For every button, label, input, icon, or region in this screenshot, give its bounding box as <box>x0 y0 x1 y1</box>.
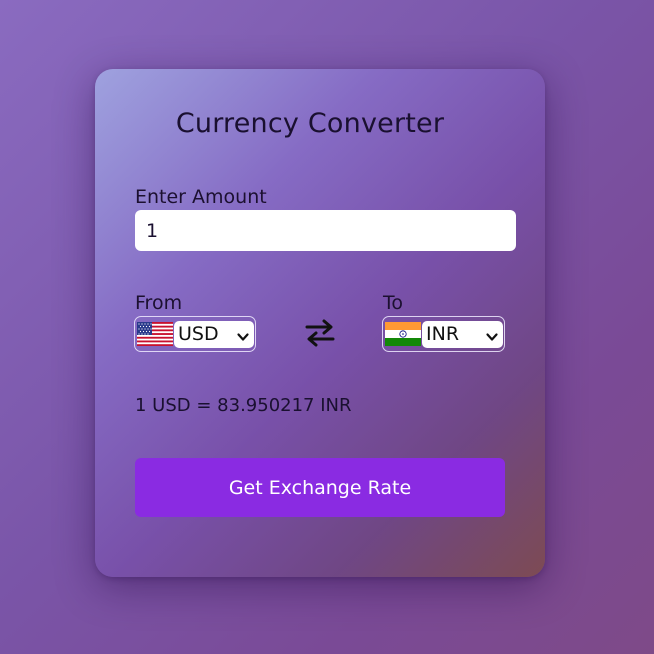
from-currency-select[interactable]: USD <box>174 320 254 348</box>
amount-input[interactable] <box>135 210 516 251</box>
chevron-down-icon <box>236 327 250 341</box>
to-currency-select[interactable]: INR <box>422 320 503 348</box>
india-flag-icon <box>385 322 421 346</box>
from-currency-select-box[interactable]: USD <box>134 316 256 352</box>
from-label: From <box>135 292 183 314</box>
to-label: To <box>383 292 404 314</box>
swap-arrows-icon[interactable] <box>304 318 336 348</box>
exchange-rate-result: 1 USD = 83.950217 INR <box>135 395 352 416</box>
chevron-down-icon <box>485 327 499 341</box>
amount-label: Enter Amount <box>135 186 267 208</box>
us-flag-icon <box>137 322 173 346</box>
page-title: Currency Converter <box>175 108 445 139</box>
get-exchange-rate-button[interactable]: Get Exchange Rate <box>135 458 505 517</box>
to-currency-value: INR <box>426 323 460 345</box>
from-currency-value: USD <box>178 323 219 345</box>
to-currency-select-box[interactable]: INR <box>382 316 505 352</box>
